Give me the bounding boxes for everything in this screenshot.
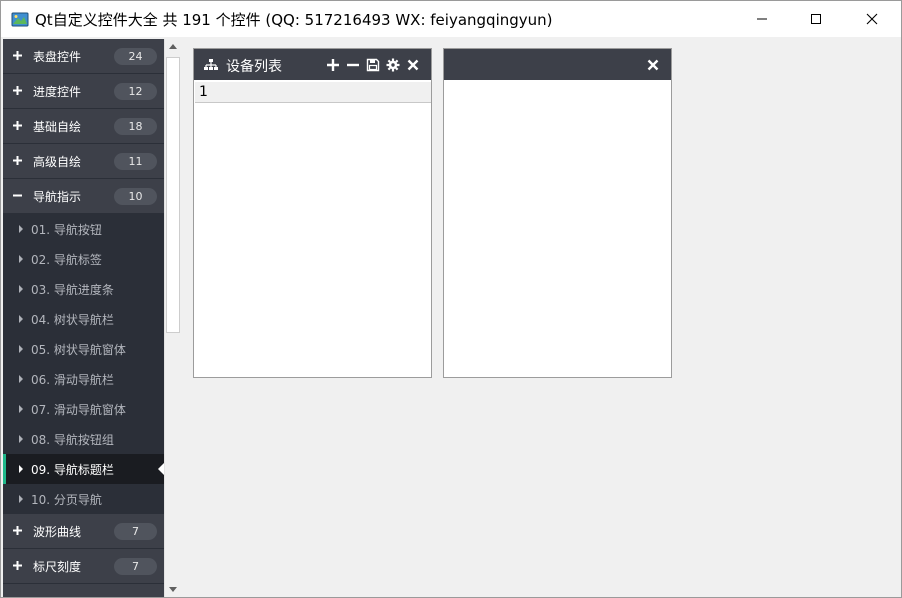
close-icon[interactable] [646, 58, 660, 72]
plus-icon [13, 86, 22, 95]
scroll-thumb[interactable] [166, 57, 180, 333]
group-dial[interactable]: 表盘控件 24 [3, 39, 164, 74]
maximize-icon [811, 14, 821, 24]
minus-icon [13, 194, 22, 197]
list-item[interactable]: 1 [195, 82, 431, 103]
plus-icon [13, 121, 22, 130]
nav-item-label: 07. 滑动导航窗体 [31, 403, 126, 417]
active-indicator [3, 454, 6, 484]
group-waveform[interactable]: 波形曲线 7 [3, 514, 164, 549]
plus-icon [13, 156, 22, 165]
count-badge: 10 [114, 188, 157, 205]
caret-right-icon [19, 345, 23, 353]
caret-right-icon [19, 285, 23, 293]
maximize-button[interactable] [793, 1, 839, 37]
sitemap-icon [204, 59, 218, 70]
app-icon [11, 10, 29, 28]
close-icon[interactable] [406, 58, 420, 72]
nav-item-label: 06. 滑动导航栏 [31, 373, 114, 387]
title-bar: Qt自定义控件大全 共 191 个控件 (QQ: 517216493 WX: f… [1, 1, 901, 37]
sidebar: 表盘控件 24 进度控件 12 基础自绘 18 高级自绘 11 导航指示 10 … [3, 39, 164, 597]
nav-item-label: 01. 导航按钮 [31, 223, 102, 237]
group-label: 高级自绘 [33, 155, 82, 169]
caret-right-icon [19, 465, 23, 473]
nav-item[interactable]: 05. 树状导航窗体 [3, 334, 164, 364]
group-label: 导航指示 [33, 190, 82, 204]
group-label: 表盘控件 [33, 50, 82, 64]
save-icon[interactable] [366, 58, 380, 72]
nav-item[interactable]: 08. 导航按钮组 [3, 424, 164, 454]
nav-item[interactable]: 01. 导航按钮 [3, 214, 164, 244]
group-advanced-paint[interactable]: 高级自绘 11 [3, 144, 164, 179]
caret-right-icon [19, 435, 23, 443]
group-label: 标尺刻度 [33, 560, 82, 574]
group-label: 基础自绘 [33, 120, 82, 134]
nav-item-label: 09. 导航标题栏 [31, 463, 114, 477]
caret-right-icon [19, 375, 23, 383]
nav-item-label: 08. 导航按钮组 [31, 433, 114, 447]
group-progress[interactable]: 进度控件 12 [3, 74, 164, 109]
nav-item-label: 03. 导航进度条 [31, 283, 114, 297]
nav-item-active[interactable]: 09. 导航标题栏 [3, 454, 164, 484]
scroll-down-button[interactable] [165, 581, 181, 597]
group-label: 进度控件 [33, 85, 82, 99]
minimize-icon [757, 18, 767, 20]
window-title: Qt自定义控件大全 共 191 个控件 (QQ: 517216493 WX: f… [35, 11, 553, 29]
count-badge: 24 [114, 48, 157, 65]
gear-icon[interactable] [386, 58, 400, 72]
minus-icon[interactable] [346, 58, 360, 72]
caret-right-icon [19, 225, 23, 233]
scroll-up-button[interactable] [165, 39, 181, 55]
panel-header: 设备列表 [194, 49, 431, 80]
plus-icon[interactable] [326, 58, 340, 72]
panel-header [444, 49, 671, 80]
plus-icon [13, 561, 22, 570]
nav-item-label: 10. 分页导航 [31, 493, 102, 507]
minimize-button[interactable] [739, 1, 785, 37]
caret-right-icon [19, 405, 23, 413]
group-basic-paint[interactable]: 基础自绘 18 [3, 109, 164, 144]
count-badge: 7 [114, 523, 157, 540]
nav-item-label: 02. 导航标签 [31, 253, 102, 267]
caret-right-icon [19, 495, 23, 503]
nav-item[interactable]: 06. 滑动导航栏 [3, 364, 164, 394]
panel-title: 设备列表 [226, 59, 282, 75]
device-list-panel: 设备列表 1 [193, 48, 432, 378]
count-badge: 7 [114, 558, 157, 575]
nav-item[interactable]: 02. 导航标签 [3, 244, 164, 274]
group-label: 波形曲线 [33, 525, 82, 539]
caret-right-icon [19, 315, 23, 323]
group-partial[interactable] [3, 584, 164, 597]
nav-item-label: 05. 树状导航窗体 [31, 343, 126, 357]
group-navigation[interactable]: 导航指示 10 [3, 179, 164, 214]
nav-item[interactable]: 10. 分页导航 [3, 484, 164, 514]
nav-item[interactable]: 03. 导航进度条 [3, 274, 164, 304]
nav-item[interactable]: 04. 树状导航栏 [3, 304, 164, 334]
close-window-button[interactable] [849, 1, 895, 37]
count-badge: 12 [114, 83, 157, 100]
secondary-panel [443, 48, 672, 378]
caret-right-icon [19, 255, 23, 263]
app-window: Qt自定义控件大全 共 191 个控件 (QQ: 517216493 WX: f… [0, 0, 902, 598]
plus-icon [13, 51, 22, 60]
plus-icon [13, 526, 22, 535]
count-badge: 18 [114, 118, 157, 135]
nav-item[interactable]: 07. 滑动导航窗体 [3, 394, 164, 424]
close-icon [866, 13, 878, 25]
count-badge: 11 [114, 153, 157, 170]
group-ruler[interactable]: 标尺刻度 7 [3, 549, 164, 584]
sidebar-scrollbar[interactable] [164, 39, 181, 597]
nav-item-label: 04. 树状导航栏 [31, 313, 114, 327]
